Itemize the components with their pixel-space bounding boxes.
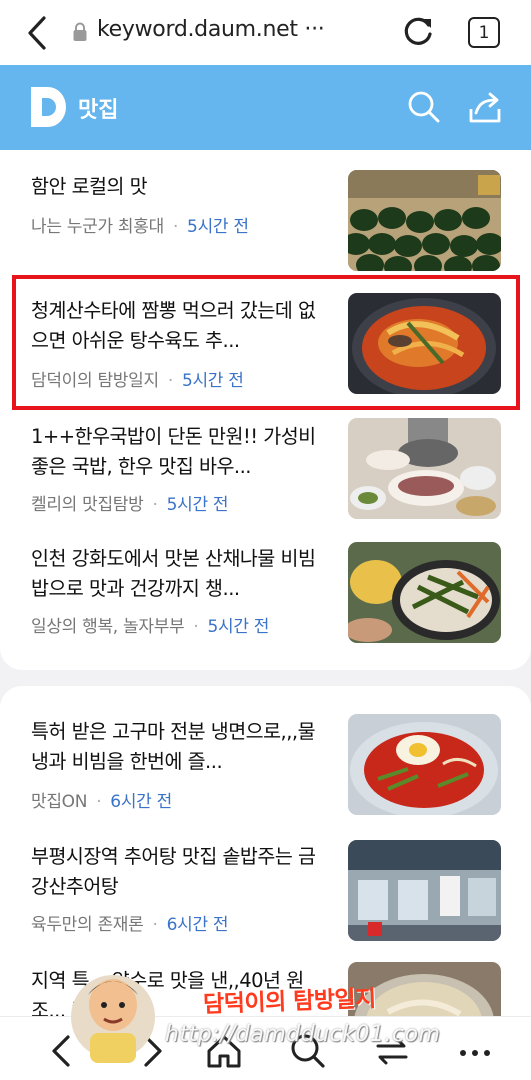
tab-count-button[interactable]: 1 — [468, 17, 500, 48]
daum-header: 맛집 — [0, 65, 531, 150]
back-arrow-icon[interactable] — [22, 14, 56, 52]
watermark-title: 담덕이의 탐방일지 — [202, 985, 377, 1019]
article-item-3[interactable]: 1++한우국밥이 단돈 만원!! 가성비 좋은 국밥, 한우 맛집 바우... … — [0, 418, 531, 523]
article-source: 나는 누군가 최홍대 — [31, 217, 164, 237]
share-icon[interactable] — [467, 89, 503, 125]
article-item-6[interactable]: 부평시장역 추어탕 맛집 솥밥주는 금강산추어탕 육두만의 존재론 · 6시간 전 — [0, 838, 531, 943]
restaurant-front-thumbnail — [348, 840, 501, 941]
article-source: 일상의 행복, 놀자부부 — [31, 617, 185, 637]
article-source: 육두만의 존재론 — [31, 915, 144, 935]
article-item-1[interactable]: 함안 로컬의 맛 나는 누군가 최홍대 · 5시간 전 — [0, 170, 531, 271]
naengmyeon-thumbnail — [348, 714, 501, 815]
article-item-5[interactable]: 특허 받은 고구마 전분 냉면으로,,,물냉과 비빔을 한번에 즐... 맛집O… — [0, 713, 531, 818]
article-meta: 나는 누군가 최홍대 · 5시간 전 — [31, 217, 249, 237]
article-meta: 켈리의 맛집탐방 · 5시간 전 — [31, 495, 229, 515]
mascot-avatar — [71, 975, 155, 1063]
address-bar[interactable]: keyword.daum.net ··· — [97, 17, 325, 42]
article-source: 켈리의 맛집탐방 — [31, 495, 144, 515]
article-title: 1++한우국밥이 단돈 만원!! 가성비 좋은 국밥, 한우 맛집 바우... — [31, 425, 316, 478]
article-time: 5시간 전 — [207, 617, 270, 637]
bibimbap-thumbnail — [348, 542, 501, 643]
daum-logo[interactable] — [31, 87, 67, 127]
article-meta: 육두만의 존재론 · 6시간 전 — [31, 915, 229, 935]
article-time: 5시간 전 — [187, 217, 249, 237]
more-icon[interactable] — [455, 1031, 495, 1071]
browser-toolbar: keyword.daum.net ··· 1 — [0, 0, 531, 65]
article-meta: 맛집ON · 6시간 전 — [31, 792, 172, 812]
article-item-4[interactable]: 인천 강화도에서 맛본 산채나물 비빔밥으로 맛과 건강까지 챙... 일상의 … — [0, 540, 531, 645]
korean-beef-thumbnail — [348, 418, 501, 519]
reload-icon[interactable] — [400, 14, 436, 50]
highlight-box — [12, 275, 520, 410]
article-time: 5시간 전 — [166, 495, 229, 515]
article-title: 부평시장역 추어탕 맛집 솥밥주는 금강산추어탕 — [31, 845, 316, 898]
article-title: 특허 받은 고구마 전분 냉면으로,,,물냉과 비빔을 한번에 즐... — [31, 720, 316, 773]
tab-count: 1 — [478, 22, 490, 43]
article-title: 함안 로컬의 맛 — [31, 175, 148, 198]
article-time: 6시간 전 — [110, 792, 172, 812]
article-time: 6시간 전 — [166, 915, 229, 935]
search-icon[interactable] — [407, 90, 441, 124]
article-meta: 일상의 행복, 놀자부부 · 5시간 전 — [31, 617, 270, 637]
watermelon-thumbnail — [348, 170, 501, 271]
article-title: 인천 강화도에서 맛본 산채나물 비빔밥으로 맛과 건강까지 챙... — [31, 547, 316, 600]
article-source: 맛집ON — [31, 792, 88, 812]
page-title: 맛집 — [78, 98, 119, 123]
watermark-url: http://damdduck01.com — [165, 1022, 441, 1047]
lock-icon — [73, 22, 87, 41]
